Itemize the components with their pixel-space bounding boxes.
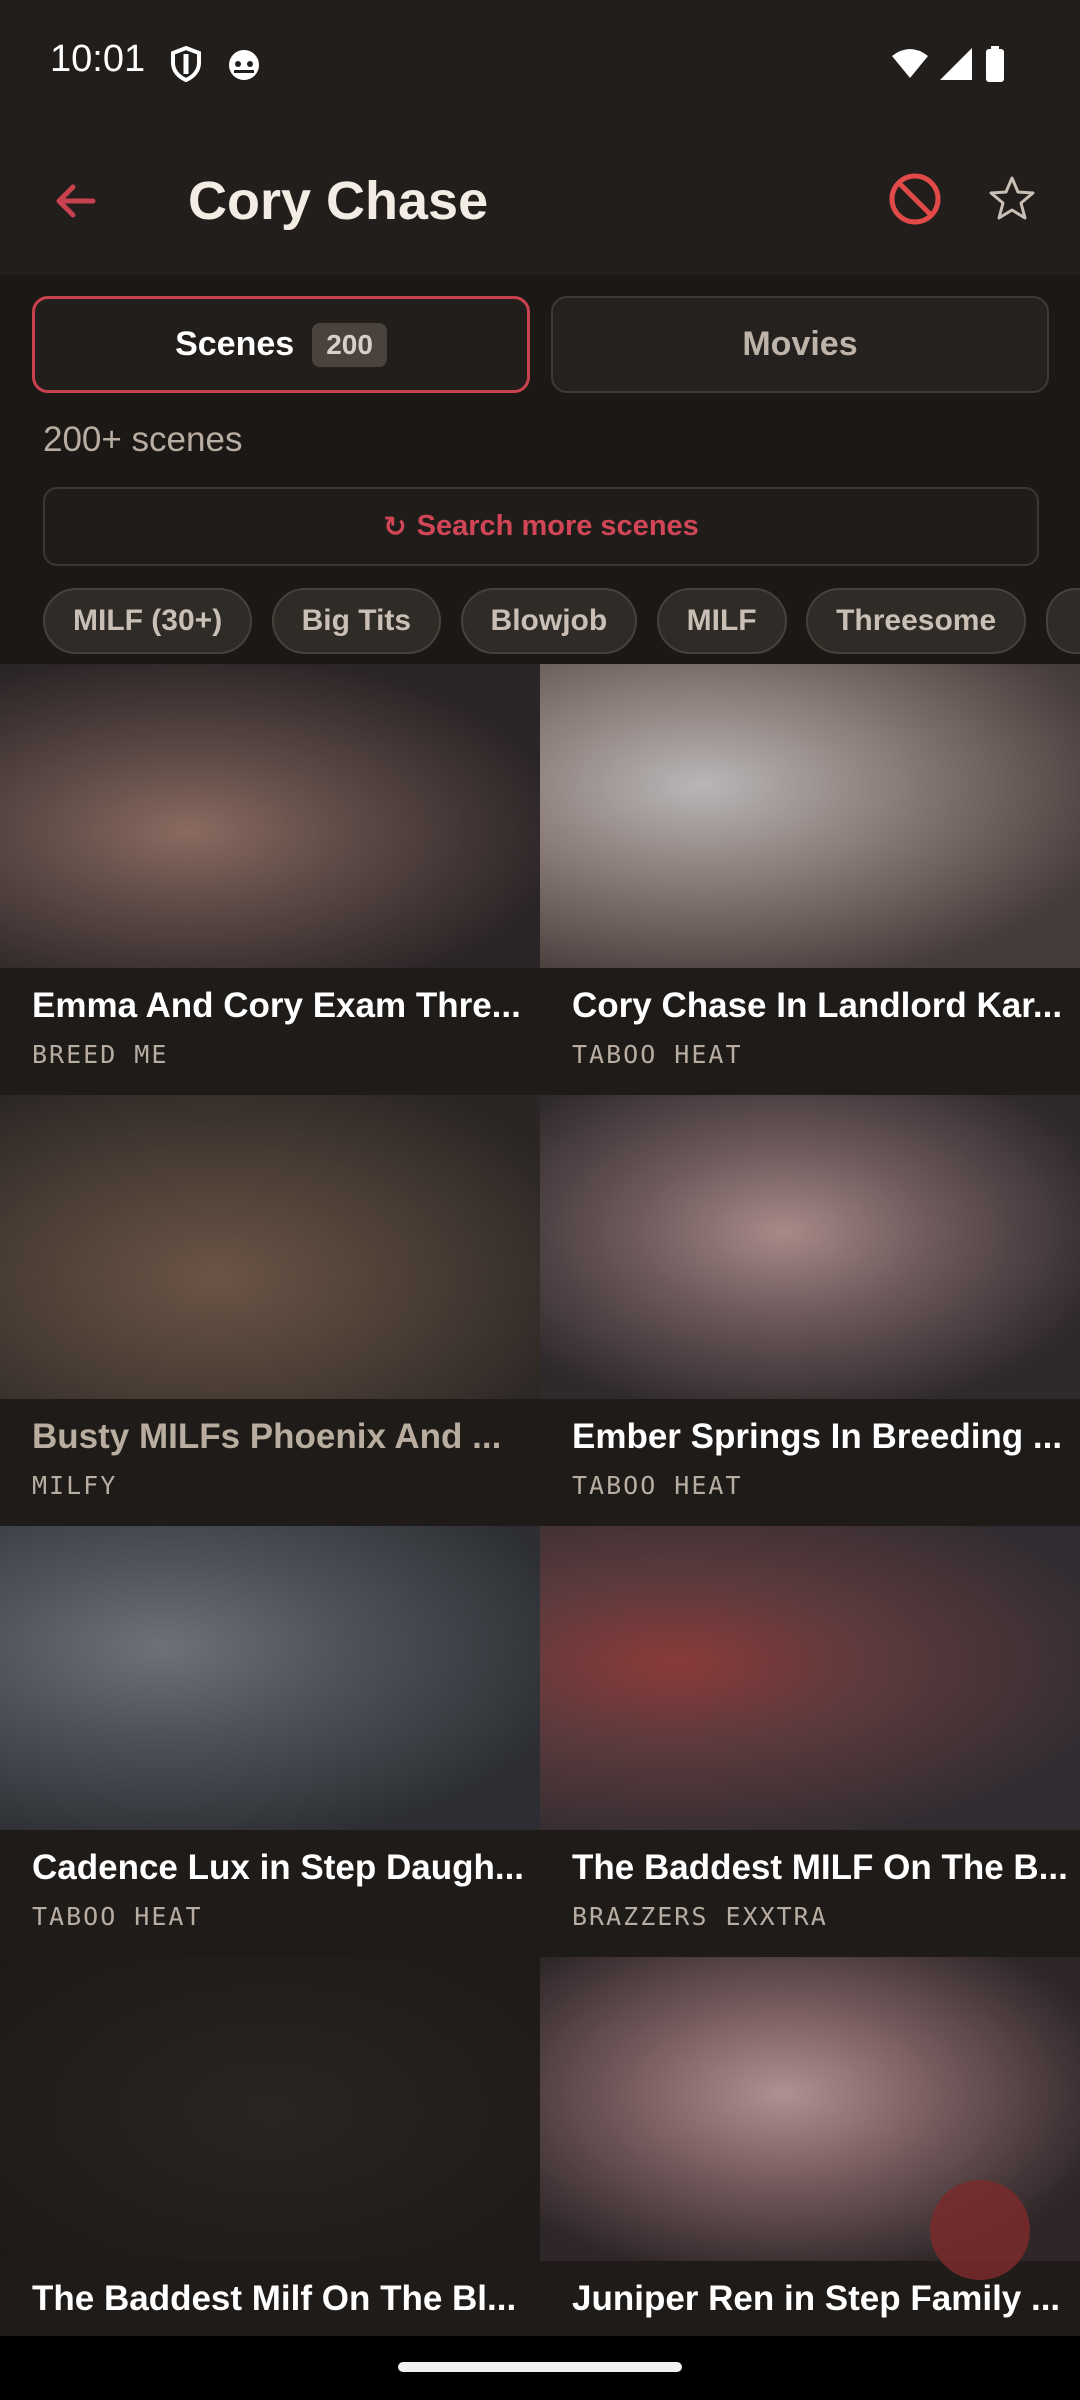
scene-title: Juniper Ren in Step Family ... bbox=[572, 2279, 1061, 2318]
floating-action-button[interactable] bbox=[930, 2180, 1030, 2280]
chip-milf[interactable]: MILF bbox=[656, 588, 787, 654]
scene-thumbnail bbox=[0, 664, 540, 968]
scene-studio: BREED ME bbox=[32, 1040, 169, 1069]
scene-card[interactable]: The Baddest Milf On The Bl... bbox=[0, 1957, 540, 2336]
page-title: Cory Chase bbox=[188, 171, 489, 231]
scene-title: Busty MILFs Phoenix And ... bbox=[32, 1417, 502, 1456]
scene-card[interactable]: Busty MILFs Phoenix And ... MILFY bbox=[0, 1095, 540, 1526]
scene-studio: BRAZZERS EXXTRA bbox=[572, 1902, 828, 1931]
star-outline-icon bbox=[987, 174, 1037, 229]
scene-title: Cadence Lux in Step Daugh... bbox=[32, 1848, 525, 1887]
favorite-button[interactable] bbox=[977, 166, 1047, 236]
search-more-button[interactable]: ↻ Search more scenes bbox=[43, 487, 1039, 566]
scene-card[interactable]: Cadence Lux in Step Daugh... TABOO HEAT bbox=[0, 1526, 540, 1957]
scene-count-text: 200+ scenes bbox=[43, 420, 243, 459]
scene-title: The Baddest Milf On The Bl... bbox=[32, 2279, 517, 2318]
app-bar: Cory Chase bbox=[0, 130, 1080, 275]
refresh-icon: ↻ bbox=[383, 511, 407, 542]
tag-chips: MILF (30+) Big Tits Blowjob MILF Threeso… bbox=[43, 588, 1080, 656]
scene-title: Ember Springs In Breeding ... bbox=[572, 1417, 1063, 1456]
chip-partial[interactable] bbox=[1045, 588, 1080, 654]
search-more-label: Search more scenes bbox=[416, 510, 699, 542]
status-time: 10:01 bbox=[50, 38, 146, 80]
scene-grid: Emma And Cory Exam Thre... BREED ME Cory… bbox=[0, 664, 1080, 2336]
scene-thumbnail bbox=[540, 664, 1080, 968]
scene-card[interactable]: Juniper Ren in Step Family ... bbox=[540, 1957, 1080, 2336]
back-button[interactable] bbox=[40, 168, 110, 238]
scene-thumbnail bbox=[0, 1526, 540, 1830]
scene-card[interactable]: Cory Chase In Landlord Kar... TABOO HEAT bbox=[540, 664, 1080, 1095]
block-button[interactable] bbox=[880, 166, 950, 236]
scene-thumbnail bbox=[540, 1095, 1080, 1399]
chip-blowjob[interactable]: Blowjob bbox=[460, 588, 638, 654]
scene-studio: MILFY bbox=[32, 1471, 118, 1500]
block-icon bbox=[887, 171, 943, 232]
tab-scenes-label: Scenes bbox=[175, 325, 295, 363]
battery-icon bbox=[978, 44, 1018, 84]
home-indicator[interactable] bbox=[398, 2362, 682, 2372]
scene-title: Cory Chase In Landlord Kar... bbox=[572, 986, 1063, 1025]
chip-threesome[interactable]: Threesome bbox=[806, 588, 1027, 654]
cat-icon bbox=[224, 44, 264, 84]
tab-movies[interactable]: Movies bbox=[551, 296, 1049, 393]
scene-card[interactable]: The Baddest MILF On The B... BRAZZERS EX… bbox=[540, 1526, 1080, 1957]
scene-title: The Baddest MILF On The B... bbox=[572, 1848, 1068, 1887]
signal-icon bbox=[936, 44, 976, 84]
scene-studio: TABOO HEAT bbox=[572, 1471, 743, 1500]
scene-studio: TABOO HEAT bbox=[32, 1902, 203, 1931]
scene-card[interactable]: Emma And Cory Exam Thre... BREED ME bbox=[0, 664, 540, 1095]
tab-movies-label: Movies bbox=[742, 325, 858, 363]
scene-thumbnail bbox=[0, 1095, 540, 1399]
chip-big-tits[interactable]: Big Tits bbox=[271, 588, 442, 654]
scene-thumbnail bbox=[540, 1526, 1080, 1830]
scene-card[interactable]: Ember Springs In Breeding ... TABOO HEAT bbox=[540, 1095, 1080, 1526]
wifi-icon bbox=[890, 44, 930, 84]
scene-title: Emma And Cory Exam Thre... bbox=[32, 986, 521, 1025]
chip-milf-30[interactable]: MILF (30+) bbox=[43, 588, 253, 654]
status-bar: 10:01 bbox=[0, 0, 1080, 130]
scene-thumbnail bbox=[0, 1957, 540, 2261]
scene-studio: TABOO HEAT bbox=[572, 1040, 743, 1069]
tab-scenes[interactable]: Scenes 200 bbox=[32, 296, 530, 393]
arrow-back-icon bbox=[51, 177, 99, 230]
scenes-count-badge: 200 bbox=[312, 322, 387, 367]
shield-icon bbox=[166, 44, 206, 84]
